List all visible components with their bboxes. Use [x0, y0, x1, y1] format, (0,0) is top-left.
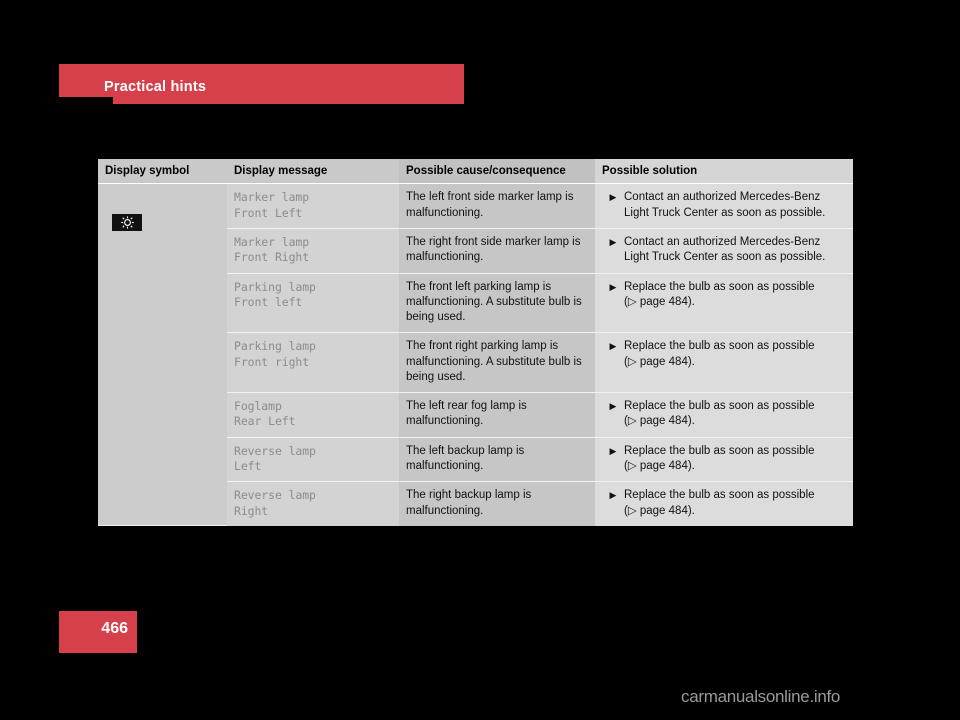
lamp-indicator-icon [112, 214, 142, 232]
table-header: Display symbol Display message Possible … [98, 159, 853, 185]
possible-solution-text: Replace the bulb as soon as possible (▷ … [624, 444, 815, 473]
possible-solution-text: Contact an authorized Mercedes-Benz Ligh… [624, 191, 826, 219]
bullet-triangle-icon: ▶ [609, 490, 617, 501]
bullet-triangle-icon: ▶ [609, 281, 617, 292]
possible-solution-text: Replace the bulb as soon as possible (▷ … [624, 340, 815, 368]
possible-solution-cell: ▶ Replace the bulb as soon as possible (… [595, 481, 853, 526]
possible-cause-cell: The front right parking lamp is malfunct… [399, 332, 595, 394]
column-header-possible-solution: Possible solution [595, 159, 853, 185]
table-body: Marker lamp Front Left The left front si… [98, 183, 853, 527]
possible-solution-text: Replace the bulb as soon as possible (▷ … [624, 400, 815, 428]
possible-cause-cell: The left rear fog lamp is malfunctioning… [399, 392, 595, 438]
display-message-cell: Marker lamp Front Left [227, 183, 399, 229]
possible-cause-cell: The front left parking lamp is malfuncti… [399, 273, 595, 334]
display-symbol-cell [98, 183, 227, 527]
display-message-cell: Marker lamp Front Right [227, 228, 399, 274]
possible-cause-cell: The right backup lamp is malfunctioning. [399, 481, 595, 526]
bullet-triangle-icon: ▶ [609, 341, 617, 352]
manual-page: Practical hints Display symbol Display m… [0, 0, 960, 720]
table-header-row: Display symbol Display message Possible … [98, 159, 853, 185]
possible-cause-cell: The left front side marker lamp is malfu… [399, 183, 595, 229]
display-message-cell: Parking lamp Front left [227, 273, 399, 334]
display-message-cell: Reverse lamp Right [227, 481, 399, 526]
possible-cause-cell: The right front side marker lamp is malf… [399, 228, 595, 274]
column-header-possible-cause: Possible cause/consequence [399, 159, 595, 185]
possible-solution-cell: ▶ Replace the bulb as soon as possible (… [595, 332, 853, 394]
bullet-triangle-icon: ▶ [609, 445, 617, 456]
bullet-triangle-icon: ▶ [609, 236, 617, 247]
display-message-cell: Reverse lamp Left [227, 437, 399, 483]
page-number-block: 466 [59, 611, 137, 653]
possible-solution-cell: ▶ Replace the bulb as soon as possible (… [595, 437, 853, 483]
bullet-triangle-icon: ▶ [609, 192, 617, 203]
possible-solution-text: Replace the bulb as soon as possible (▷ … [624, 489, 815, 517]
display-message-cell: Foglamp Rear Left [227, 392, 399, 438]
display-message-cell: Parking lamp Front right [227, 332, 399, 394]
possible-solution-cell: ▶ Contact an authorized Mercedes-Benz Li… [595, 228, 853, 274]
possible-solution-cell: ▶ Contact an authorized Mercedes-Benz Li… [595, 183, 853, 229]
bullet-triangle-icon: ▶ [609, 401, 617, 412]
possible-solution-text: Contact an authorized Mercedes-Benz Ligh… [624, 235, 826, 264]
possible-cause-cell: The left backup lamp is malfunctioning. [399, 437, 595, 483]
display-messages-table: Display symbol Display message Possible … [98, 159, 853, 527]
table-row: Marker lamp Front Left The left front si… [98, 183, 853, 527]
watermark: carmanualsonline.info [681, 687, 841, 706]
chapter-header-notch [59, 97, 113, 106]
possible-solution-text: Replace the bulb as soon as possible (▷ … [624, 280, 815, 308]
possible-solution-cell: ▶ Replace the bulb as soon as possible (… [595, 392, 853, 438]
possible-solution-cell: ▶ Replace the bulb as soon as possible (… [595, 273, 853, 334]
column-header-display-message: Display message [227, 159, 399, 185]
column-header-display-symbol: Display symbol [98, 159, 227, 185]
page-title: Practical hints [104, 79, 207, 95]
page-number: 466 [101, 620, 128, 637]
